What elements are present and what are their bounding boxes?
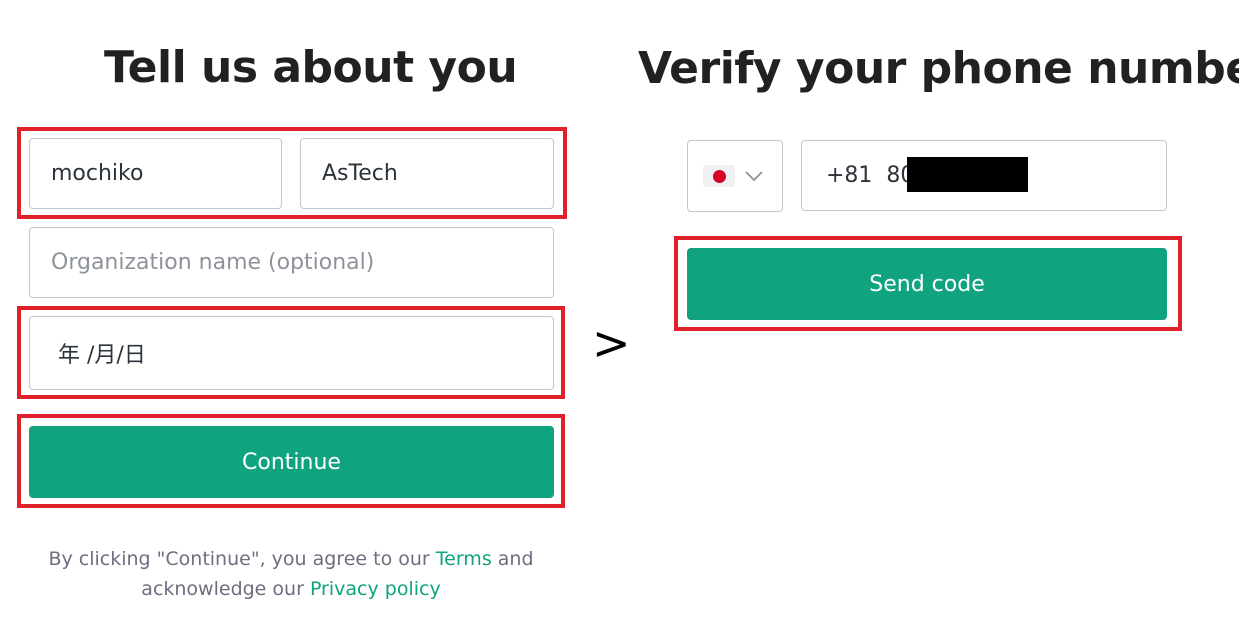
japan-flag-icon [703, 165, 735, 187]
page-title-tell-us: Tell us about you [104, 42, 518, 93]
page-title-verify-phone: Verify your phone number [638, 43, 1239, 94]
send-code-button[interactable]: Send code [687, 248, 1167, 320]
legal-notice: By clicking "Continue", you agree to our… [0, 544, 582, 604]
continue-button[interactable]: Continue [29, 426, 554, 498]
redaction-block [907, 157, 1028, 192]
first-name-input[interactable]: mochiko [29, 138, 282, 209]
legal-line-2: acknowledge our Privacy policy [141, 578, 441, 600]
phone-number-value: +81 80 [826, 163, 915, 188]
country-code-select[interactable] [687, 140, 783, 212]
terms-link[interactable]: Terms [436, 548, 492, 570]
organization-input[interactable]: Organization name (optional) [29, 227, 554, 298]
chevron-down-icon [745, 170, 763, 182]
privacy-policy-link[interactable]: Privacy policy [310, 578, 441, 600]
legal-line-1: By clicking "Continue", you agree to our… [48, 548, 534, 570]
last-name-input[interactable]: AsTech [300, 138, 554, 209]
birthday-input[interactable]: 年 /月/日 [29, 316, 554, 390]
flow-arrow: > [592, 316, 631, 370]
